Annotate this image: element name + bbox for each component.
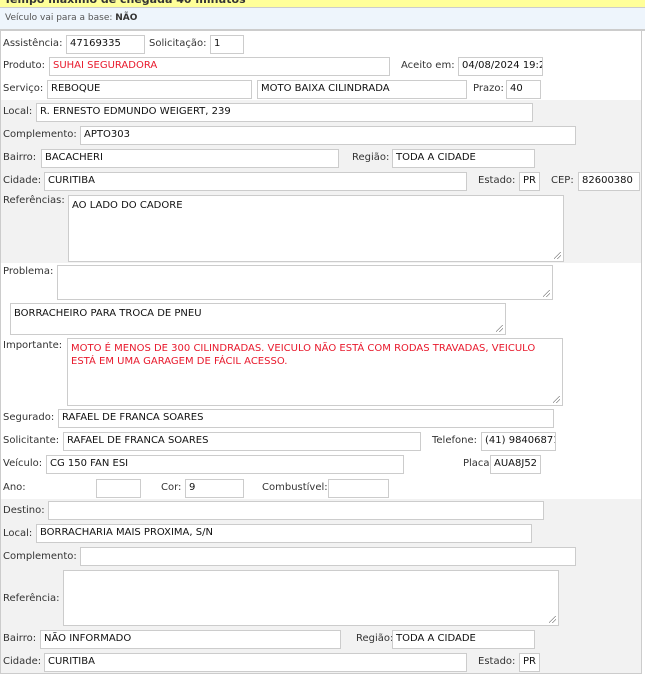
destino-input[interactable] — [48, 501, 544, 520]
problema-textarea[interactable] — [57, 265, 553, 300]
form-estado-label: Estado: — [478, 175, 516, 186]
form-aceito-label: Aceito em: — [401, 60, 455, 71]
ano-input[interactable] — [96, 479, 141, 498]
servico-tipo-input[interactable]: MOTO BAIXA CILINDRADA — [257, 80, 467, 99]
telefone-input[interactable]: (41) 984068712 — [481, 432, 556, 451]
form-segurado-label: Segurado: — [3, 412, 55, 423]
form-local-label: Local: — [3, 106, 33, 117]
complemento-input[interactable]: APTO303 — [80, 126, 576, 145]
form-servico-label: Serviço: — [3, 83, 44, 94]
form-assistencia-label: Assistência: — [3, 38, 63, 49]
form-prazo-label: Prazo: — [473, 83, 504, 94]
destino-referencia-textarea[interactable] — [63, 570, 559, 626]
destino-bairro-label: Bairro: — [3, 633, 37, 644]
destino-estado-input[interactable]: PR — [519, 653, 540, 672]
solicitante-input[interactable]: RAFAEL DE FRANCA SOARES — [63, 432, 421, 451]
aceito-em-input[interactable]: 04/08/2024 19:22 — [458, 57, 543, 76]
problema-detalhe-textarea[interactable]: BORRACHEIRO PARA TROCA DE PNEU — [10, 303, 506, 335]
base-label: Veículo vai para a base: — [5, 13, 113, 23]
regiao-input[interactable]: TODA A CIDADE — [392, 149, 535, 168]
form-solicitacao-label: Solicitação: — [149, 38, 207, 49]
form-cidade-label: Cidade: — [3, 175, 42, 186]
base-value: NÃO — [115, 13, 138, 23]
destino-local-input[interactable]: BORRACHARIA MAIS PROXIMA, S/N — [36, 524, 532, 543]
estado-input[interactable]: PR — [519, 172, 540, 191]
form-veiculo-label: Veículo: — [3, 458, 43, 469]
cep-input[interactable]: 82600380 — [578, 172, 640, 191]
form-ano-label: Ano: — [3, 482, 26, 493]
produto-input[interactable]: SUHAI SEGURADORA — [49, 57, 390, 76]
form-produto-label: Produto: — [3, 60, 45, 71]
veiculo-input[interactable]: CG 150 FAN ESI — [46, 455, 404, 474]
destino-estado-label: Estado: — [478, 656, 516, 667]
form-complemento-label: Complemento: — [3, 129, 77, 140]
solicitacao-input[interactable]: 1 — [210, 35, 244, 54]
destino-destino-label: Destino: — [3, 505, 45, 516]
form-solicitante-label: Solicitante: — [3, 435, 60, 446]
destino-bairro-input[interactable]: NÃO INFORMADO — [40, 630, 341, 649]
prazo-input[interactable]: 40 — [506, 80, 541, 99]
destino-local-label: Local: — [3, 528, 33, 539]
destino-complemento-label: Complemento: — [3, 551, 77, 562]
importante-textarea[interactable]: MOTO É MENOS DE 300 CILINDRADAS. VEICULO… — [67, 338, 563, 406]
destino-cidade-input[interactable]: CURITIBA — [44, 653, 467, 672]
form-cor-label: Cor: — [161, 482, 182, 493]
form-referencias-label: Referências: — [3, 195, 65, 206]
base-info-bar: Veículo vai para a base: NÃO — [0, 8, 645, 31]
destino-regiao-label: Região: — [356, 633, 394, 644]
segurado-input[interactable]: RAFAEL DE FRANCA SOARES — [58, 409, 554, 428]
combustivel-input[interactable] — [328, 479, 389, 498]
form-telefone-label: Telefone: — [432, 435, 477, 446]
referencias-textarea[interactable]: AO LADO DO CADORE — [68, 195, 564, 262]
placa-input[interactable]: AUA8J52 — [490, 455, 541, 474]
form-cep-label: CEP: — [551, 175, 574, 186]
arrival-time-banner: Tempo máximo de chegada 40 minutos — [0, 0, 645, 8]
destino-regiao-input[interactable]: TODA A CIDADE — [392, 630, 535, 649]
form-combustivel-label: Combustível: — [262, 482, 328, 493]
form-importante-label: Importante: — [3, 340, 63, 351]
form-bairro-label: Bairro: — [3, 152, 37, 163]
destino-cidade-label: Cidade: — [3, 656, 42, 667]
assistencia-input[interactable]: 47169335 — [66, 35, 145, 54]
bairro-input[interactable]: BACACHERI — [41, 149, 339, 168]
servico-input[interactable]: REBOQUE — [47, 80, 252, 99]
local-input[interactable]: R. ERNESTO EDMUNDO WEIGERT, 239 — [36, 103, 533, 122]
cidade-input[interactable]: CURITIBA — [44, 172, 467, 191]
form-regiao-label: Região: — [352, 152, 390, 163]
cor-input[interactable]: 9 — [185, 479, 244, 498]
destino-referencia-label: Referência: — [3, 593, 60, 604]
destino-complemento-input[interactable] — [80, 547, 576, 566]
form-placa-label: Placa: — [463, 458, 493, 469]
form-problema-label: Problema: — [3, 266, 54, 277]
